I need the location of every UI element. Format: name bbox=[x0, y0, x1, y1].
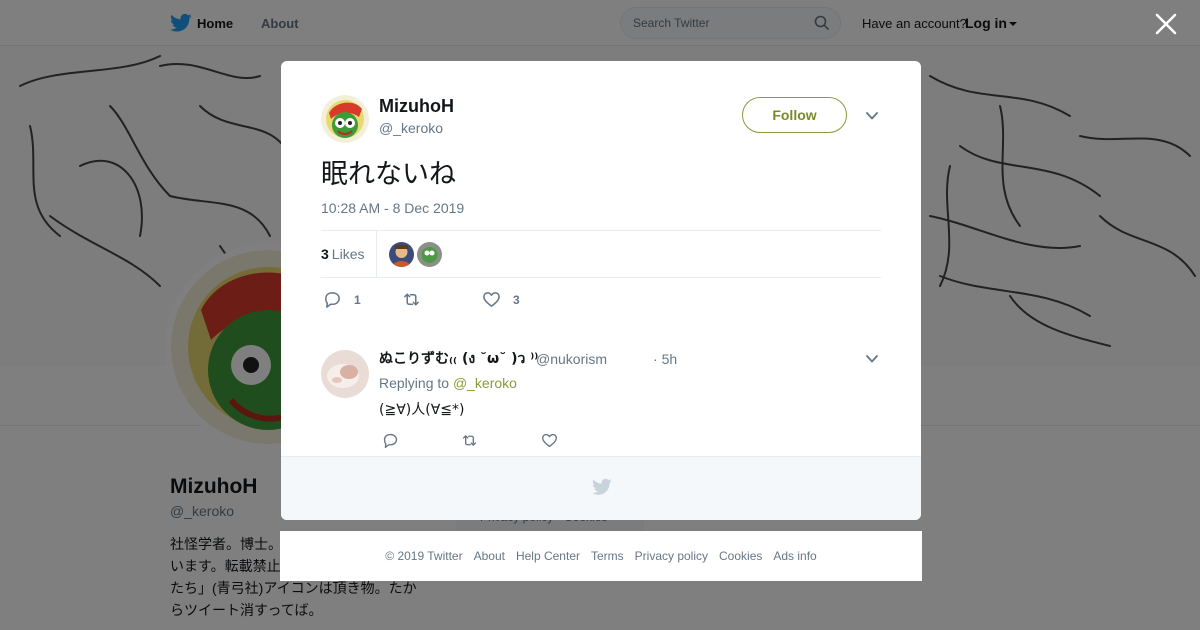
reply-icon[interactable] bbox=[382, 432, 399, 449]
modal-footer bbox=[281, 456, 921, 520]
retweet-icon[interactable] bbox=[402, 290, 421, 309]
follow-button[interactable]: Follow bbox=[742, 97, 847, 133]
heart-icon[interactable] bbox=[541, 432, 558, 449]
footer-link-privacy-policy[interactable]: Privacy policy bbox=[635, 549, 708, 563]
liker-avatar-image bbox=[417, 242, 442, 267]
like-action[interactable]: 3 bbox=[482, 290, 520, 309]
chevron-down-icon[interactable] bbox=[865, 352, 879, 366]
replying-to-mention[interactable]: @_keroko bbox=[453, 375, 517, 391]
copyright-text: © 2019 Twitter bbox=[385, 549, 463, 563]
reply-action[interactable] bbox=[382, 432, 399, 449]
reply-action[interactable]: 1 bbox=[323, 290, 361, 309]
reply-text: (≧∀)人(∀≦*) bbox=[379, 402, 465, 418]
close-icon[interactable] bbox=[1154, 12, 1178, 36]
reply-author-avatar[interactable] bbox=[321, 350, 369, 398]
chevron-down-icon[interactable] bbox=[865, 109, 879, 123]
author-handle[interactable]: @_keroko bbox=[379, 120, 443, 136]
reply-count: 1 bbox=[354, 292, 361, 307]
footer-link-cookies[interactable]: Cookies bbox=[719, 549, 762, 563]
reply-actions bbox=[379, 430, 679, 450]
like-count: 3 bbox=[513, 292, 520, 307]
tweet-modal: MizuhoH @_keroko Follow 眠れないね 10:28 AM -… bbox=[281, 61, 921, 520]
footer-link-ads-info[interactable]: Ads info bbox=[773, 549, 816, 563]
liker-avatar[interactable] bbox=[389, 242, 414, 267]
tweet-actions: 1 3 bbox=[321, 288, 881, 310]
reply-time-value[interactable]: 5h bbox=[662, 351, 678, 367]
liker-avatar-image bbox=[389, 242, 414, 267]
replying-to: Replying to @_keroko bbox=[379, 375, 517, 391]
reply-icon[interactable] bbox=[323, 290, 342, 309]
reply-author-handle[interactable]: @nukorism bbox=[536, 351, 607, 367]
tweet-text: 眠れないね bbox=[321, 159, 456, 190]
reply-time[interactable]: · 5h bbox=[653, 351, 677, 367]
retweet-icon[interactable] bbox=[461, 432, 478, 449]
site-footer: © 2019 Twitter About Help Center Terms P… bbox=[280, 531, 922, 581]
likes-label[interactable]: Likes bbox=[332, 246, 365, 262]
tweet-timestamp[interactable]: 10:28 AM - 8 Dec 2019 bbox=[321, 200, 464, 216]
author-name[interactable]: MizuhoH bbox=[379, 96, 454, 117]
heart-icon[interactable] bbox=[482, 290, 501, 309]
cat-avatar-image bbox=[321, 350, 369, 398]
likes-count[interactable]: 3 bbox=[321, 246, 329, 262]
twitter-bird-icon bbox=[592, 478, 612, 495]
tweet-stats: 3 Likes bbox=[321, 230, 881, 278]
frog-avatar-image bbox=[321, 95, 369, 143]
like-action[interactable] bbox=[541, 432, 558, 449]
likes-stat[interactable]: 3 Likes bbox=[321, 231, 377, 277]
author-avatar[interactable] bbox=[321, 95, 369, 143]
footer-link-terms[interactable]: Terms bbox=[591, 549, 624, 563]
reply-tweet[interactable]: ぬこりずむ₍₍ (ง ˘ω˘ )ว ⁾⁾ @nukorism · 5h Repl… bbox=[321, 347, 881, 457]
reply-separator: · bbox=[653, 351, 658, 367]
footer-link-help-center[interactable]: Help Center bbox=[516, 549, 580, 563]
retweet-action[interactable] bbox=[461, 432, 478, 449]
retweet-action[interactable] bbox=[402, 290, 433, 309]
replying-to-label: Replying to bbox=[379, 375, 450, 391]
footer-link-about[interactable]: About bbox=[474, 549, 505, 563]
reply-author-name[interactable]: ぬこりずむ₍₍ (ง ˘ω˘ )ว ⁾⁾ bbox=[379, 348, 538, 370]
liker-avatar[interactable] bbox=[417, 242, 442, 267]
